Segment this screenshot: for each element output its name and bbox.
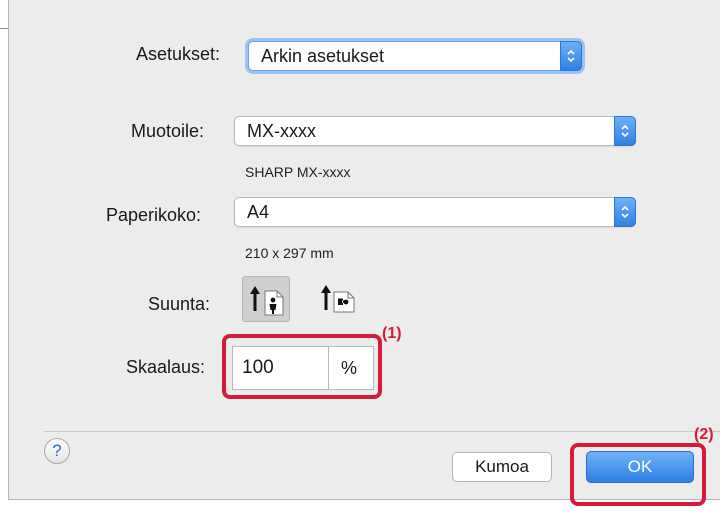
callout-2: (2) [694,426,714,443]
settings-select[interactable]: Arkin asetukset [248,41,582,71]
paper-size-value: A4 [247,202,270,222]
up-down-chevron-icon [614,197,636,227]
paper-size-label: Paperikoko: [106,205,202,225]
callout-1: (1) [382,325,402,342]
scale-highlight-frame [222,334,382,399]
up-down-chevron-icon [614,116,636,146]
paper-size-select[interactable]: A4 [234,197,636,227]
ok-highlight-frame [570,443,706,506]
footer-divider [44,431,720,432]
landscape-orientation-button[interactable] [314,276,362,322]
portrait-orientation-icon [250,286,284,316]
question-mark-icon: ? [52,441,62,460]
settings-value: Arkin asetukset [261,46,385,66]
format-detail: SHARP MX-xxxx [245,164,351,180]
up-down-chevron-icon [560,41,582,71]
cancel-button[interactable]: Kumoa [452,452,552,482]
paper-size-detail: 210 x 297 mm [245,245,334,261]
format-label: Muotoile: [131,121,205,141]
page-setup-dialog [8,0,720,500]
settings-label: Asetukset: [136,44,221,64]
format-select[interactable]: MX-xxxx [234,116,636,146]
landscape-orientation-icon [321,285,355,313]
help-button[interactable]: ? [44,438,70,464]
scale-label: Skaalaus: [126,357,206,377]
orientation-label: Suunta: [148,294,211,314]
portrait-orientation-button[interactable] [242,276,290,322]
format-value: MX-xxxx [247,121,316,141]
